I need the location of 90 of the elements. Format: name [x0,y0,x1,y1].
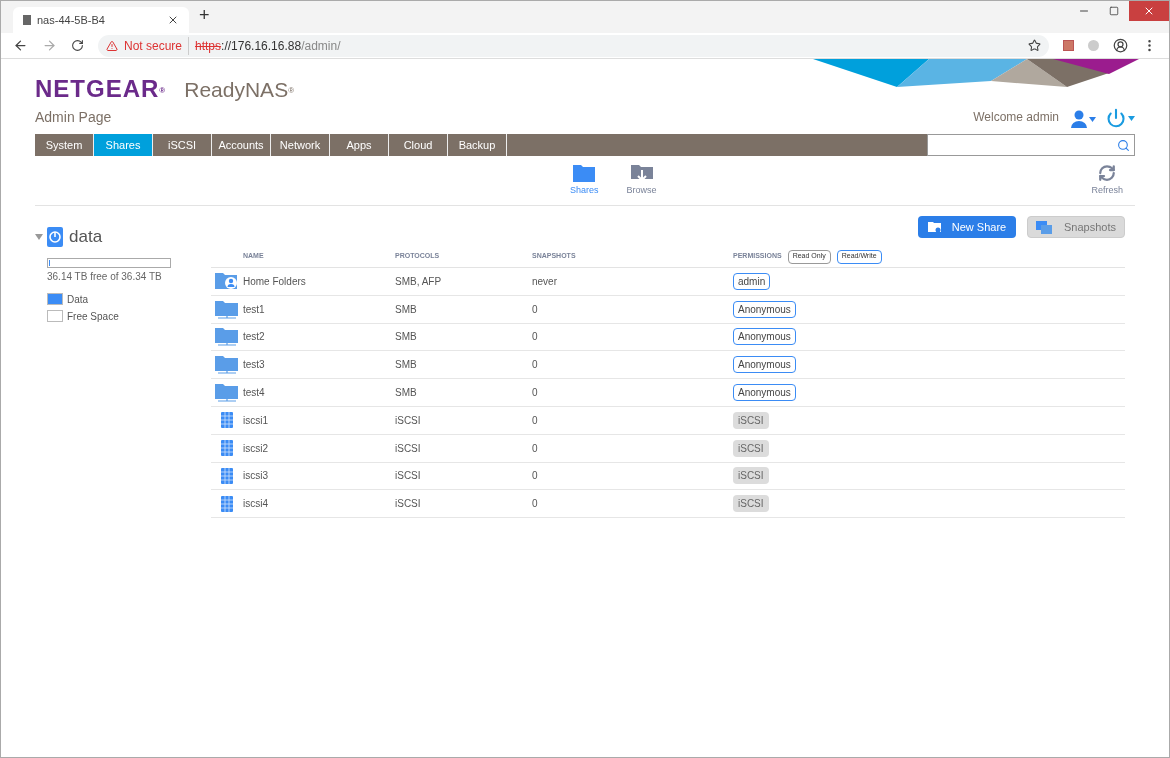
caret-icon [1089,116,1096,122]
legend-label: Data [67,292,89,307]
permission-tag: iSCSI [733,495,769,513]
page-icon [23,15,31,25]
refresh-icon [1098,164,1117,182]
url-text: https://176.16.16.88/admin/ [195,37,341,55]
table-cell-text: iSCSI [395,469,422,484]
home-folder-icon [215,271,239,292]
expand-triangle-icon[interactable] [35,233,43,240]
table-cell-text: iSCSI [395,441,422,456]
share-name: iscsi3 [243,469,269,484]
forward-icon[interactable] [42,38,57,53]
reload-icon[interactable] [71,39,84,52]
capacity-text: 36.14 TB free of 36.34 TB [47,269,163,284]
permission-tag: Anonymous [733,300,796,318]
caret-icon [1128,115,1135,121]
table-cell-text: never [532,274,558,289]
folder-icon [215,327,239,347]
snapshots-button[interactable]: Snapshots [1027,216,1125,238]
close-icon [1143,5,1155,17]
tab-title: nas-44-5B-B4 [37,12,106,28]
table-cell-text: SMB [395,330,418,345]
volume-name: data [69,226,103,248]
table-cell-text: SMB, AFP [395,274,443,289]
address-bar[interactable]: Not secure https://176.16.16.88/admin/ [98,34,1049,57]
table-cell-text: 0 [532,302,539,317]
browser-tab[interactable]: nas-44-5B-B4 [13,7,189,33]
legend-label: Free Space [67,309,119,324]
netgear-logo: NETGEAR$^{®}$ [35,74,167,104]
table-cell-text: SMB [395,302,418,317]
table-cell-text: 0 [532,469,539,484]
power-icon [1106,108,1126,128]
permission-tag: iSCSI [733,439,769,457]
power-menu-button[interactable] [1106,108,1135,128]
table-cell-text: SMB [395,358,418,373]
disk-icon [221,495,233,512]
permission-tag: Anonymous [733,356,796,374]
table-cell-text: 0 [532,441,539,456]
security-label: Not secure [124,36,190,55]
close-icon[interactable] [167,14,179,26]
page-subtitle: Admin Page [35,108,112,127]
toolbar-button[interactable]: Browse [626,164,657,198]
table-cell-text: iSCSI [395,413,422,428]
add-folder-icon [927,221,942,233]
bookmark-star-icon[interactable] [1028,39,1041,52]
profile-icon[interactable] [1113,38,1128,53]
folder-icon [215,355,239,375]
disk-icon [221,412,233,429]
nav-tab[interactable]: Shares [94,134,153,156]
share-name: test3 [243,358,266,373]
new-share-button[interactable]: New Share [918,216,1016,238]
refresh-button[interactable]: Refresh [1091,164,1123,198]
folder-icon [215,299,239,319]
search-field[interactable] [927,134,1135,156]
table-cell-text: SMB [395,386,418,401]
permission-tag: iSCSI [733,467,769,485]
snapshots-icon [1036,220,1052,234]
product-name: ReadyNAS$^{®}$ [184,77,295,103]
table-cell-text: 0 [532,386,539,401]
back-icon[interactable] [13,38,28,53]
share-name: iscsi2 [243,441,269,456]
share-name: test1 [243,302,266,317]
folder-download-icon [630,164,653,182]
permission-tag: iSCSI [733,411,769,429]
toolbar-button[interactable]: Shares [569,164,599,198]
search-icon [1117,138,1130,152]
warning-icon [106,39,118,52]
disk-icon [221,440,233,457]
folder-icon [573,164,596,182]
table-cell-text: 0 [532,413,539,428]
table-cell-text: iSCSI [395,497,422,512]
folder-icon [215,383,239,403]
maximize-icon [1109,6,1119,16]
table-cell-text: 0 [532,497,539,512]
user-icon [1071,110,1087,128]
new-tab-button[interactable]: + [199,2,210,29]
volume-icon [47,226,63,247]
share-name: test2 [243,330,266,345]
user-menu-button[interactable] [1071,110,1096,128]
share-name: iscsi4 [243,497,269,512]
permission-tag: admin [733,272,771,290]
disk-icon [221,467,233,484]
share-name: Home Folders [243,274,307,289]
table-cell-text: 0 [532,358,539,373]
share-name: iscsi1 [243,413,269,428]
permission-tag: Anonymous [733,384,796,402]
share-name: test4 [243,386,266,401]
welcome-text: Welcome admin [973,109,1059,126]
table-cell-text: 0 [532,330,539,345]
permission-tag: Anonymous [733,328,796,346]
